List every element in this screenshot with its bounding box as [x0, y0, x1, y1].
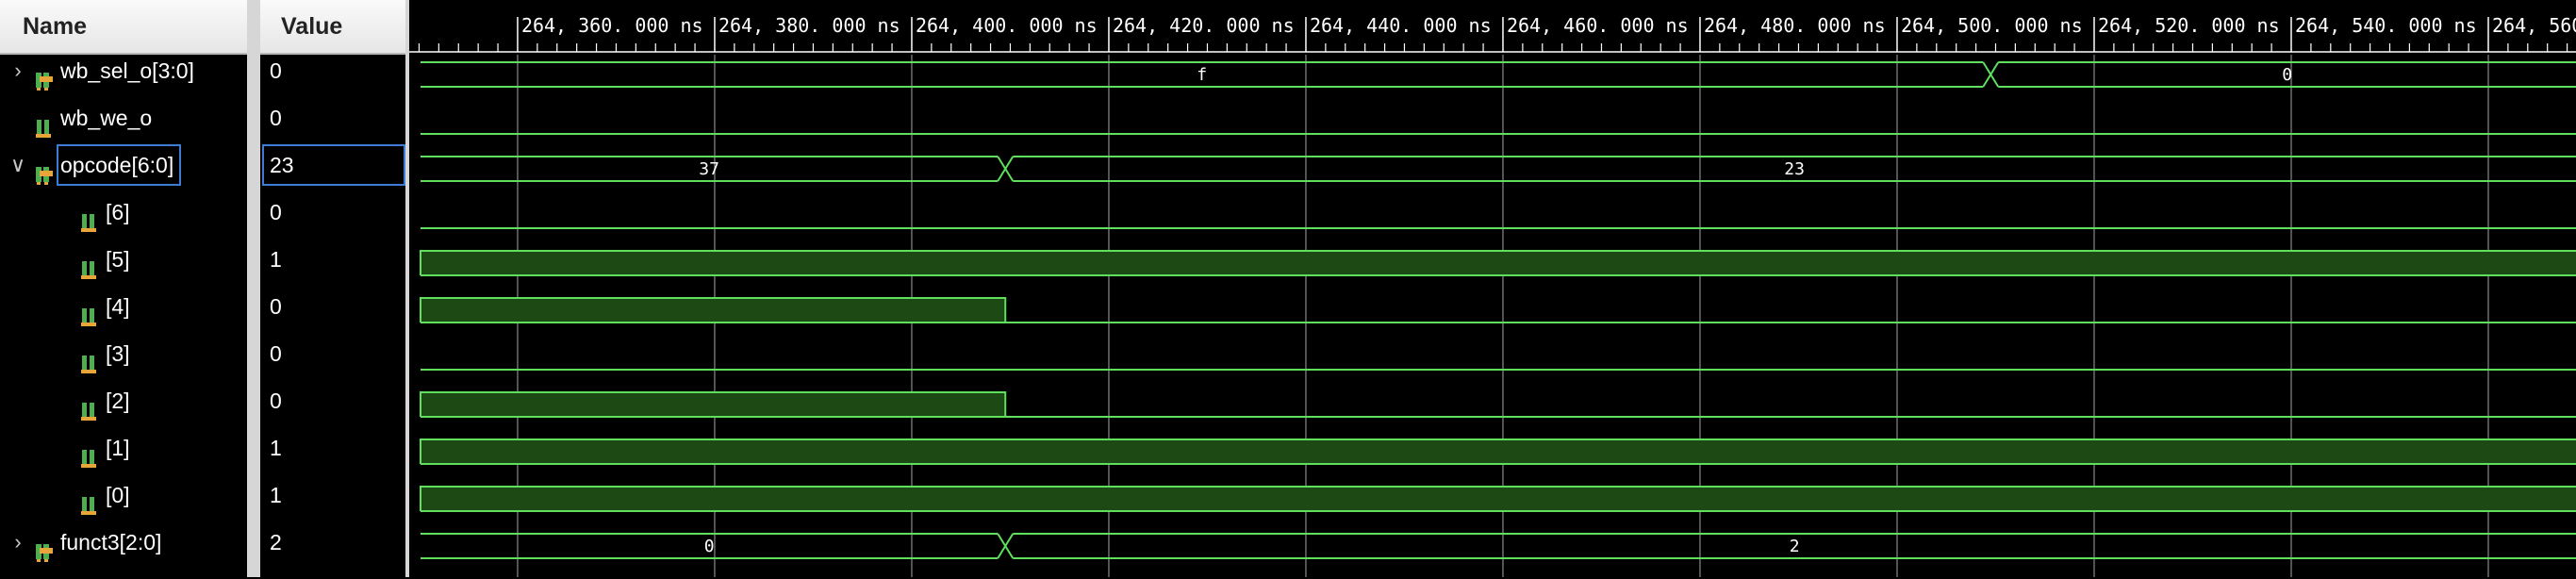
signal-name: funct3[2:0]	[60, 530, 162, 554]
value-cell[interactable]: 0	[260, 377, 405, 424]
signal-value: 0	[270, 200, 282, 224]
bit-signal-icon	[34, 108, 53, 138]
waveform-pane[interactable]: 264, 360. 000 ns 264, 380. 000 ns 264, 400…	[409, 0, 2576, 577]
bus-value-label: 23	[1784, 159, 1805, 179]
value-cell[interactable]: 0	[260, 47, 405, 94]
ruler-label: 264, 440. 000 ns	[1310, 14, 1492, 37]
bit-signal-icon	[79, 485, 98, 515]
wave-high-fill	[421, 392, 1006, 417]
signal-row[interactable]: wb_we_o	[0, 94, 247, 141]
bus-value-label: f	[1197, 65, 1207, 85]
bit-signal-icon	[79, 438, 98, 468]
chevron-right-icon[interactable]: ›	[9, 519, 26, 566]
signal-row[interactable]: [4]	[0, 283, 247, 330]
bus-value-label: 0	[704, 537, 715, 556]
ruler-label: 264, 540. 000 ns	[2295, 14, 2477, 37]
value-cell[interactable]: 0	[260, 189, 405, 236]
value-cell[interactable]: 0	[260, 94, 405, 141]
signal-row[interactable]: [3]	[0, 330, 247, 377]
bus-transition	[997, 533, 1015, 559]
signal-value: 1	[270, 436, 282, 460]
signal-row[interactable]: [0]	[0, 471, 247, 519]
value-cell[interactable]: 1	[260, 236, 405, 283]
value-cell[interactable]: 0	[260, 330, 405, 377]
signal-name: [1]	[106, 436, 130, 460]
signal-name: [2]	[106, 389, 130, 413]
value-cell[interactable]: 1	[260, 471, 405, 519]
signal-name: [6]	[106, 200, 130, 224]
ruler-label: 264, 480. 000 ns	[1704, 14, 1886, 37]
signal-value: 23	[270, 153, 294, 177]
bus-value-label: 37	[699, 159, 719, 179]
signal-value: 0	[270, 341, 282, 366]
chevron-down-icon[interactable]: ∨	[9, 141, 26, 189]
signal-row[interactable]: ∨ opcode[6:0]	[0, 141, 247, 189]
ruler-label: 264, 420. 000 ns	[1113, 14, 1295, 37]
ruler-label: 264, 500. 000 ns	[1901, 14, 2083, 37]
name-column-pane: Name › wb_sel_o[3:0] wb_we_o ∨ opcode[6:0] [6…	[0, 0, 247, 577]
value-header-label: Value	[281, 13, 343, 40]
bit-signal-icon	[79, 390, 98, 421]
ruler-label: 264, 560. 000 ns	[2492, 14, 2576, 37]
column-splitter[interactable]	[247, 0, 260, 577]
bus-signal-icon	[34, 60, 53, 91]
signal-value: 2	[270, 530, 282, 554]
signal-name: [0]	[106, 483, 130, 507]
signal-value: 1	[270, 247, 282, 272]
ruler-label: 264, 520. 000 ns	[2098, 14, 2280, 37]
signal-row[interactable]: [2]	[0, 377, 247, 424]
signal-value: 0	[270, 58, 282, 83]
signal-name: [3]	[106, 341, 130, 366]
value-cell[interactable]: 0	[260, 283, 405, 330]
bus-transition	[997, 156, 1015, 182]
signal-row[interactable]: [1]	[0, 424, 247, 471]
selection-box	[57, 144, 181, 186]
bus-signal-icon	[34, 155, 53, 185]
ruler-label: 264, 380. 000 ns	[718, 14, 900, 37]
signal-value: 0	[270, 294, 282, 319]
signal-row[interactable]: › funct3[2:0]	[0, 519, 247, 566]
chevron-right-icon[interactable]: ›	[9, 47, 26, 94]
bit-signal-icon	[79, 343, 98, 373]
ruler-label: 264, 460. 000 ns	[1507, 14, 1689, 37]
signal-name: [4]	[106, 294, 130, 319]
signal-row[interactable]: [6]	[0, 189, 247, 236]
bus-signal-icon	[34, 532, 53, 562]
signal-row[interactable]: [5]	[0, 236, 247, 283]
ruler-label: 264, 360. 000 ns	[521, 14, 703, 37]
wave-high-fill	[421, 298, 1006, 323]
name-header-label: Name	[23, 13, 88, 40]
signal-value: 0	[270, 106, 282, 130]
value-cell[interactable]: 23	[260, 141, 405, 189]
bus-transition	[1982, 61, 2000, 88]
signal-value: 1	[270, 483, 282, 507]
bit-signal-icon	[79, 296, 98, 326]
value-column-pane: Value 0 0 23 0 1 0 0 0 1 1 2	[260, 0, 405, 577]
bit-signal-icon	[79, 202, 98, 232]
waveform-canvas[interactable]: 264, 360. 000 ns 264, 380. 000 ns 264, 400…	[409, 0, 2576, 577]
signal-value: 0	[270, 389, 282, 413]
bus-value-label: 2	[1790, 537, 1800, 556]
wave-high-fill	[421, 439, 2576, 464]
wave-high-fill	[421, 487, 2576, 511]
ruler-label: 264, 400. 000 ns	[916, 14, 1098, 37]
signal-name: wb_we_o	[60, 106, 153, 130]
signal-name: [5]	[106, 247, 130, 272]
wave-high-fill	[421, 251, 2576, 275]
value-cell[interactable]: 1	[260, 424, 405, 471]
bus-value-label: 0	[2282, 65, 2292, 85]
signal-row[interactable]: › wb_sel_o[3:0]	[0, 47, 247, 94]
signal-name: wb_sel_o[3:0]	[60, 58, 194, 83]
bit-signal-icon	[79, 249, 98, 279]
value-cell[interactable]: 2	[260, 519, 405, 566]
